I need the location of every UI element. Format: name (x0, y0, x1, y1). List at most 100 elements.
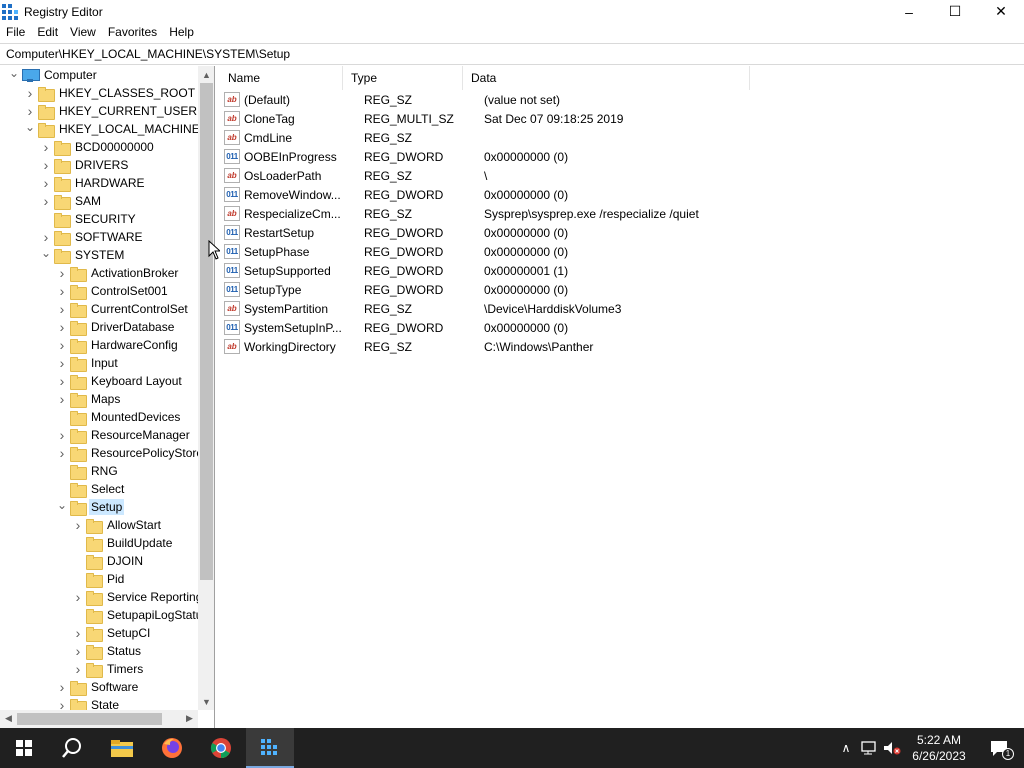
chevron-right-icon[interactable]: › (24, 84, 36, 102)
value-row[interactable]: 011 RestartSetup REG_DWORD 0x00000000 (0) (224, 223, 784, 242)
chevron-right-icon[interactable]: › (72, 624, 84, 642)
network-icon[interactable] (860, 740, 878, 756)
scroll-left-icon[interactable]: ◀ (0, 710, 17, 727)
chevron-right-icon[interactable]: › (56, 426, 68, 444)
tree-item-hkey-classes-root[interactable]: › HKEY_CLASSES_ROOT (24, 84, 197, 102)
chevron-right-icon[interactable]: › (56, 390, 68, 408)
tree-item-rng[interactable]: RNG (56, 462, 120, 480)
tree-item-keyboard-layout[interactable]: › Keyboard Layout (56, 372, 184, 390)
value-row[interactable]: 011 SetupSupported REG_DWORD 0x00000001 (1) (224, 261, 784, 280)
chevron-right-icon[interactable]: › (56, 372, 68, 390)
tree-item-software[interactable]: › SOFTWARE (40, 228, 145, 246)
tree-item-hardware[interactable]: › HARDWARE (40, 174, 147, 192)
column-header-type[interactable]: Type (343, 66, 463, 90)
chevron-right-icon[interactable]: › (72, 588, 84, 606)
column-header-data[interactable]: Data (463, 66, 750, 90)
value-row[interactable]: 011 OOBEInProgress REG_DWORD 0x00000000 (0) (224, 147, 784, 166)
chevron-right-icon[interactable]: › (56, 354, 68, 372)
minimize-button[interactable]: – (886, 0, 932, 23)
tree-vertical-scroll-thumb[interactable] (200, 83, 213, 580)
tree-item-system[interactable]: ⌄ SYSTEM (40, 246, 126, 264)
tree-item-controlset001[interactable]: › ControlSet001 (56, 282, 170, 300)
tree-item-service-reporting[interactable]: › Service Reporting (72, 588, 198, 606)
chevron-right-icon[interactable]: › (56, 678, 68, 696)
tree-item-buildupdate[interactable]: BuildUpdate (72, 534, 174, 552)
tree-item-status[interactable]: › Status (72, 642, 143, 660)
chrome-button[interactable] (197, 728, 245, 768)
tree-item-computer[interactable]: ⌄ Computer (8, 66, 99, 84)
tree-item-hkey-current-user[interactable]: › HKEY_CURRENT_USER (24, 102, 198, 120)
menu-favorites[interactable]: Favorites (102, 23, 163, 42)
tree-item-maps[interactable]: › Maps (56, 390, 122, 408)
chevron-right-icon[interactable]: › (40, 192, 52, 210)
tree-item-input[interactable]: › Input (56, 354, 120, 372)
column-header-name[interactable]: Name (220, 66, 343, 90)
search-button[interactable] (48, 728, 96, 768)
menu-file[interactable]: File (0, 23, 31, 42)
address-input[interactable] (0, 44, 1024, 64)
chevron-up-icon[interactable]: ∧ (836, 741, 856, 755)
chevron-right-icon[interactable]: › (56, 300, 68, 318)
tree-item-hardwareconfig[interactable]: › HardwareConfig (56, 336, 180, 354)
chevron-right-icon[interactable]: › (56, 336, 68, 354)
volume-muted-icon[interactable] (882, 740, 902, 756)
value-row[interactable]: ab (Default) REG_SZ (value not set) (224, 90, 784, 109)
scroll-right-icon[interactable]: ▶ (181, 710, 198, 727)
tree-item-mounteddevices[interactable]: MountedDevices (56, 408, 182, 426)
close-button[interactable]: ✕ (978, 0, 1024, 23)
tree-item-sam[interactable]: › SAM (40, 192, 103, 210)
value-row[interactable]: ab OsLoaderPath REG_SZ \ (224, 166, 784, 185)
tree-item-resourcepolicystore[interactable]: › ResourcePolicyStore (56, 444, 198, 462)
title-bar[interactable]: Registry Editor – ☐ ✕ (0, 0, 1024, 23)
action-center-button[interactable]: 1 (976, 728, 1024, 768)
value-row[interactable]: 011 SetupPhase REG_DWORD 0x00000000 (0) (224, 242, 784, 261)
start-button[interactable] (0, 728, 48, 768)
chevron-right-icon[interactable]: › (40, 138, 52, 156)
scroll-down-icon[interactable]: ▼ (198, 693, 214, 710)
chevron-right-icon[interactable]: › (72, 660, 84, 678)
chevron-right-icon[interactable]: › (56, 444, 68, 462)
tree-item-setupapilogstatu[interactable]: SetupapiLogStatu (72, 606, 198, 624)
tree-item-drivers[interactable]: › DRIVERS (40, 156, 130, 174)
tree-item-state[interactable]: › State (56, 696, 121, 710)
chevron-right-icon[interactable]: › (56, 318, 68, 336)
tree-item-setup[interactable]: ⌄ Setup (56, 498, 125, 516)
chevron-down-icon[interactable]: ⌄ (40, 244, 52, 262)
chevron-right-icon[interactable]: › (56, 264, 68, 282)
tree-item-setupci[interactable]: › SetupCI (72, 624, 152, 642)
tree-item-allowstart[interactable]: › AllowStart (72, 516, 163, 534)
chevron-right-icon[interactable]: › (56, 696, 68, 710)
tree-vertical-scrollbar[interactable]: ▲ ▼ (198, 66, 214, 710)
tree-item-currentcontrolset[interactable]: › CurrentControlSet (56, 300, 190, 318)
chevron-down-icon[interactable]: ⌄ (8, 66, 20, 82)
maximize-button[interactable]: ☐ (932, 0, 978, 23)
firefox-button[interactable] (148, 728, 196, 768)
value-row[interactable]: ab CmdLine REG_SZ (224, 128, 784, 147)
chevron-down-icon[interactable]: ⌄ (24, 118, 36, 136)
tree-horizontal-scrollbar[interactable]: ◀ ▶ (0, 710, 198, 728)
tree-item-djoin[interactable]: DJOIN (72, 552, 145, 570)
value-row[interactable]: ab SystemPartition REG_SZ \Device\HarddiskV… (224, 299, 784, 318)
chevron-right-icon[interactable]: › (40, 174, 52, 192)
tree-item-driverdatabase[interactable]: › DriverDatabase (56, 318, 176, 336)
tree-item-security[interactable]: SECURITY (40, 210, 138, 228)
value-row[interactable]: ab WorkingDirectory REG_SZ C:\Windows\Panth… (224, 337, 784, 356)
value-row[interactable]: 011 RemoveWindow... REG_DWORD 0x00000000 (0… (224, 185, 784, 204)
value-row[interactable]: 011 SetupType REG_DWORD 0x00000000 (0) (224, 280, 784, 299)
tree-item-pid[interactable]: Pid (72, 570, 126, 588)
menu-view[interactable]: View (64, 23, 102, 42)
registry-editor-taskbar-button[interactable] (246, 728, 294, 768)
scroll-up-icon[interactable]: ▲ (198, 66, 214, 83)
chevron-right-icon[interactable]: › (56, 282, 68, 300)
tree-item-activationbroker[interactable]: › ActivationBroker (56, 264, 180, 282)
tree-horizontal-scroll-thumb[interactable] (17, 713, 162, 725)
value-row[interactable]: ab CloneTag REG_MULTI_SZ Sat Dec 07 09:18:2… (224, 109, 784, 128)
value-row[interactable]: ab RespecializeCm... REG_SZ Sysprep\sysprep… (224, 204, 784, 223)
tree-item-timers[interactable]: › Timers (72, 660, 145, 678)
tree-item-resourcemanager[interactable]: › ResourceManager (56, 426, 192, 444)
taskbar-clock[interactable]: 5:22 AM 6/26/2023 (906, 732, 972, 764)
tree-item-software[interactable]: › Software (56, 678, 140, 696)
chevron-right-icon[interactable]: › (72, 642, 84, 660)
chevron-right-icon[interactable]: › (40, 156, 52, 174)
tree-item-hkey-local-machine[interactable]: ⌄ HKEY_LOCAL_MACHINE (24, 120, 198, 138)
